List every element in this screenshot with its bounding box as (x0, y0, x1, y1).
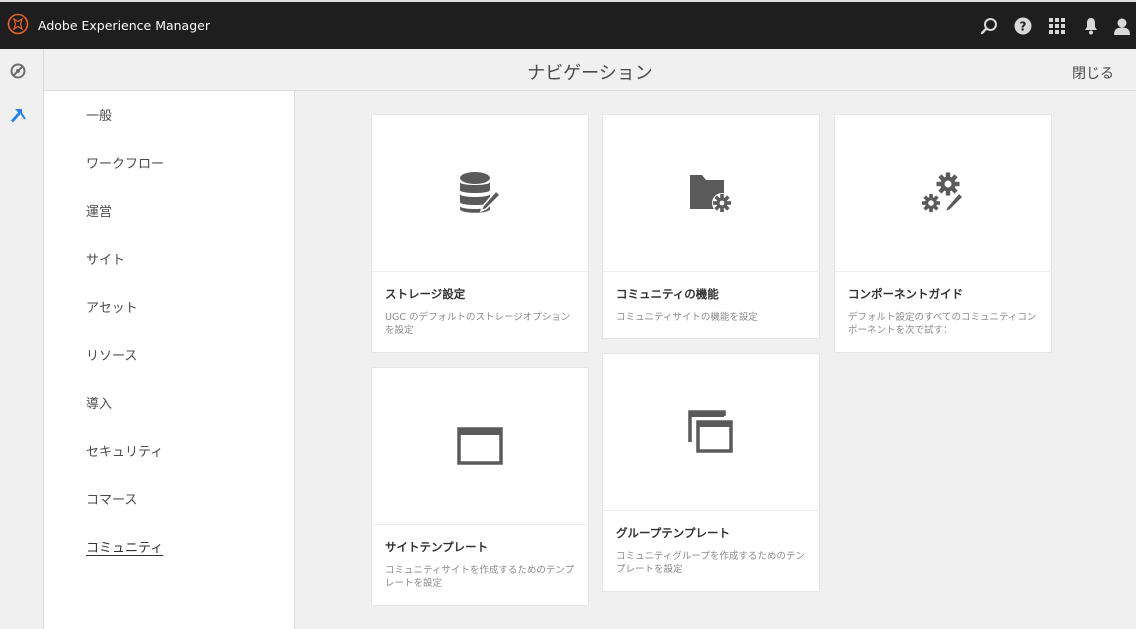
search-icon[interactable] (972, 2, 1006, 49)
card-title: ストレージ設定 (385, 287, 466, 301)
window-icon (457, 427, 503, 465)
card-storage-config[interactable]: ストレージ設定 UGC のデフォルトのストレージオプションを設定 (371, 114, 589, 353)
user-icon[interactable] (1108, 2, 1136, 49)
category-item-security[interactable]: セキュリティ (86, 441, 163, 460)
card-thumbnail (603, 354, 819, 511)
card-title: サイトテンプレート (385, 540, 489, 554)
notification-bell-icon[interactable] (1074, 2, 1108, 49)
page-header: ナビゲーション 閉じる (44, 49, 1136, 91)
category-item-sites[interactable]: サイト (86, 249, 125, 268)
card-thumbnail (835, 115, 1051, 272)
solutions-grid-icon[interactable] (1040, 2, 1074, 49)
card-description: コミュニティサイトを作成するためのテンプレートを設定 (385, 565, 575, 589)
category-item-general[interactable]: 一般 (86, 105, 112, 124)
category-item-workflow[interactable]: ワークフロー (86, 153, 164, 172)
gears-edit-icon (922, 172, 965, 214)
aem-logo-icon[interactable] (7, 13, 29, 35)
card-description: UGC のデフォルトのストレージオプションを設定 (385, 312, 571, 336)
close-button[interactable]: 閉じる (1072, 63, 1114, 83)
navigation-compass-icon[interactable] (8, 61, 28, 81)
category-item-resources[interactable]: リソース (86, 345, 137, 364)
card-thumbnail (372, 115, 588, 272)
card-component-guide[interactable]: コンポーネントガイド デフォルト設定のすべてのコミュニティコンポーネントを次で試… (834, 114, 1052, 353)
page-title: ナビゲーション (527, 63, 653, 84)
help-icon[interactable]: ? (1006, 2, 1040, 49)
folder-gear-icon (690, 175, 732, 213)
card-thumbnail (603, 115, 819, 272)
card-title: コンポーネントガイド (848, 287, 963, 301)
left-rail (0, 49, 44, 629)
card-thumbnail (372, 368, 588, 525)
svg-text:?: ? (1020, 19, 1027, 33)
top-bar: Adobe Experience Manager ? (0, 0, 1136, 49)
category-nav: 一般 ワークフロー 運営 サイト アセット リソース 導入 セキュリティ コマー… (44, 91, 295, 629)
tools-card-grid: ストレージ設定 UGC のデフォルトのストレージオプションを設定 コミュニティの… (296, 92, 1136, 629)
stacked-windows-icon (688, 410, 733, 453)
category-item-assets[interactable]: アセット (86, 297, 138, 316)
card-site-templates[interactable]: サイトテンプレート コミュニティサイトを作成するためのテンプレートを設定 (371, 367, 589, 606)
database-edit-icon (460, 172, 502, 213)
card-community-features[interactable]: コミュニティの機能 コミュニティサイトの機能を設定 (602, 114, 820, 339)
category-item-operations[interactable]: 運営 (86, 201, 112, 220)
category-item-communities[interactable]: コミュニティ (86, 537, 163, 556)
card-title: グループテンプレート (616, 526, 730, 540)
card-description: コミュニティグループを作成するためのテンプレートを設定 (616, 551, 805, 575)
card-description: コミュニティサイトの機能を設定 (616, 312, 758, 323)
tools-hammer-icon[interactable] (8, 106, 28, 126)
category-item-deployment[interactable]: 導入 (86, 393, 112, 412)
app-title[interactable]: Adobe Experience Manager (38, 18, 210, 33)
category-item-commerce[interactable]: コマース (86, 489, 137, 508)
card-description: デフォルト設定のすべてのコミュニティコンポーネントを次で試す： (848, 312, 1037, 336)
card-group-templates[interactable]: グループテンプレート コミュニティグループを作成するためのテンプレートを設定 (602, 353, 820, 592)
card-title: コミュニティの機能 (616, 287, 719, 301)
